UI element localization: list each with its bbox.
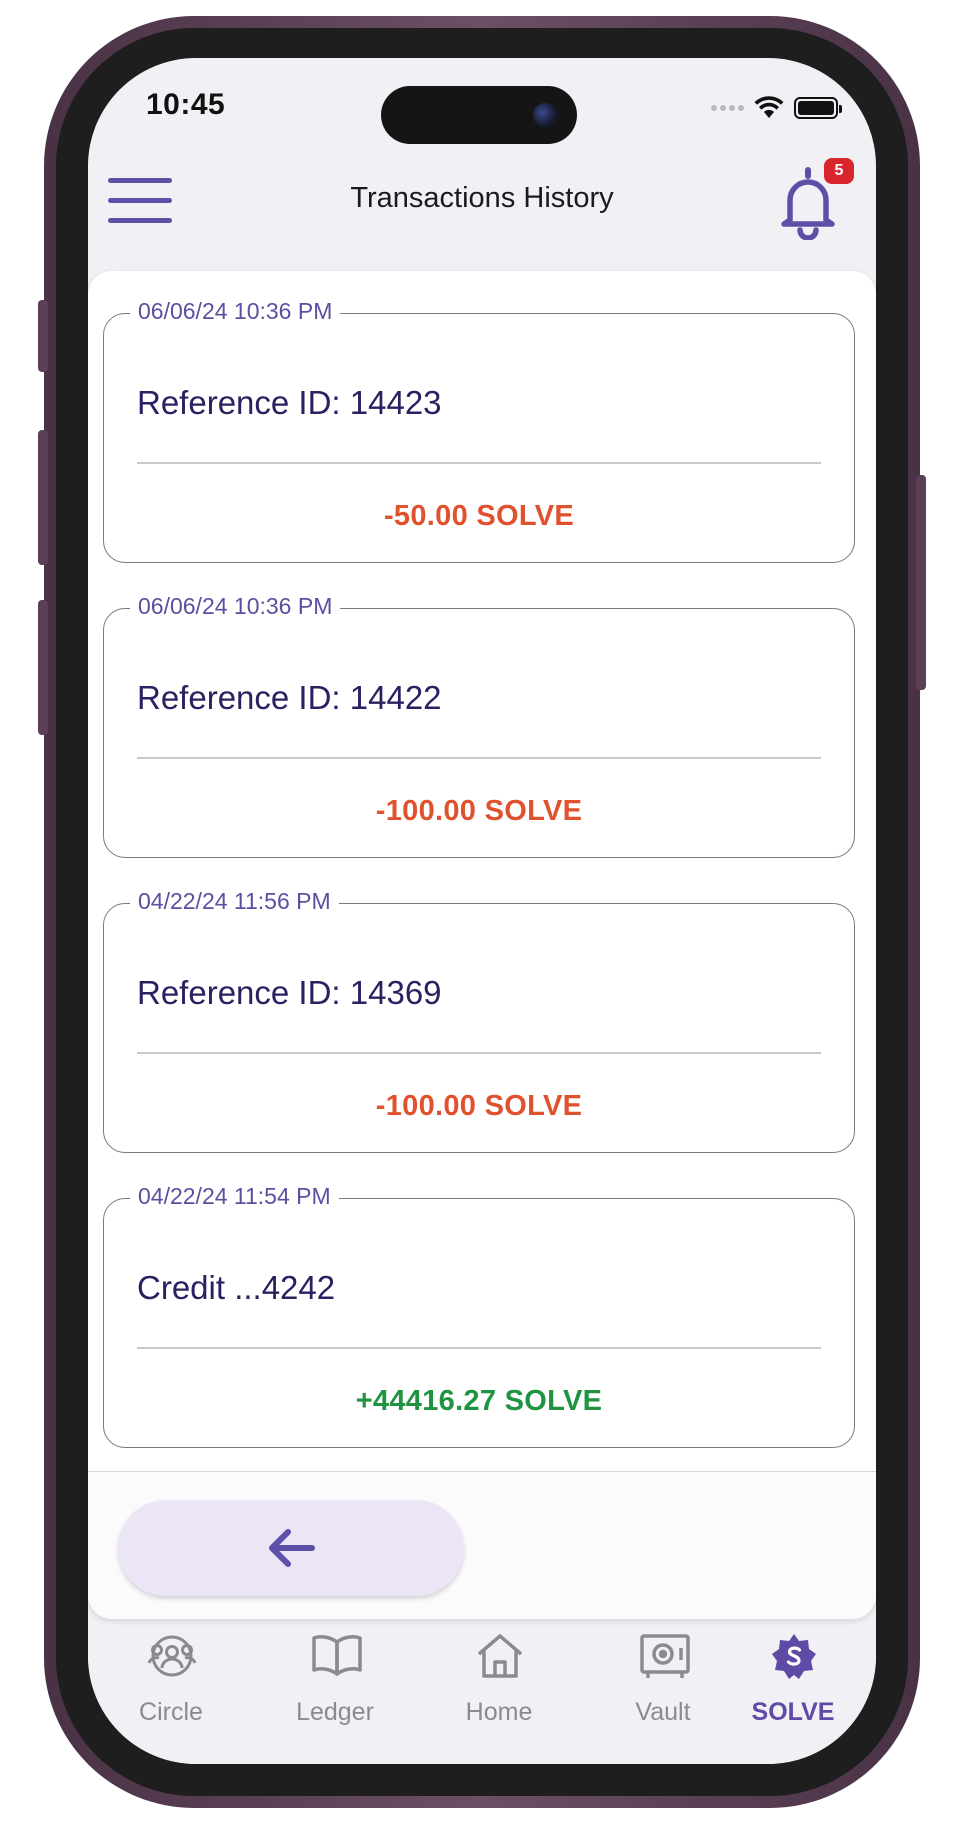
dynamic-island — [381, 86, 577, 144]
divider — [137, 757, 821, 759]
tab-ledger[interactable]: Ledger — [255, 1632, 415, 1764]
tab-label: Home — [465, 1698, 533, 1726]
transaction-date: 04/22/24 11:56 PM — [130, 888, 339, 915]
divider — [137, 1347, 821, 1349]
camera-icon — [533, 103, 557, 127]
transaction-card[interactable]: 06/06/24 10:36 PM Reference ID: 14423 -5… — [103, 298, 855, 563]
silent-switch — [38, 300, 48, 372]
battery-icon — [794, 97, 842, 119]
back-button[interactable] — [118, 1500, 464, 1596]
transaction-amount: +44416.27 SOLVE — [355, 1385, 603, 1417]
wifi-icon — [754, 96, 784, 118]
status-icons — [711, 96, 842, 120]
transaction-card[interactable]: 04/22/24 11:54 PM Credit ...4242 +44416.… — [103, 1183, 855, 1448]
bottom-action-area — [88, 1471, 876, 1619]
open-book-icon — [312, 1635, 362, 1676]
status-time: 10:45 — [146, 88, 226, 121]
page-title: Transactions History — [350, 182, 614, 214]
volume-up-button — [38, 430, 48, 565]
screen: 10:45 Transactions History 5 06/06/24 10… — [88, 58, 876, 1764]
safe-icon — [640, 1634, 690, 1678]
transaction-date: 04/22/24 11:54 PM — [130, 1183, 339, 1210]
tab-label: Circle — [139, 1698, 203, 1726]
house-icon — [477, 1634, 523, 1678]
transaction-reference: Credit ...4242 — [137, 1269, 336, 1306]
divider — [137, 1052, 821, 1054]
divider — [137, 462, 821, 464]
transaction-card[interactable]: 04/22/24 11:56 PM Reference ID: 14369 -1… — [103, 888, 855, 1153]
solve-badge-icon — [772, 1634, 816, 1679]
tab-label: SOLVE — [751, 1698, 835, 1726]
transaction-amount: -100.00 SOLVE — [375, 1090, 583, 1122]
tab-solve[interactable]: SOLVE — [713, 1632, 873, 1764]
tab-home[interactable]: Home — [419, 1632, 579, 1764]
transactions-sheet: 06/06/24 10:36 PM Reference ID: 14423 -5… — [88, 271, 876, 1619]
tab-label: Ledger — [296, 1698, 374, 1726]
cellular-signal-icon — [711, 105, 744, 111]
transaction-date: 06/06/24 10:36 PM — [130, 298, 341, 325]
tab-circle[interactable]: Circle — [91, 1632, 251, 1764]
notification-badge: 5 — [824, 158, 854, 184]
people-circle-icon — [147, 1635, 197, 1677]
transaction-reference: Reference ID: 14422 — [137, 679, 442, 716]
arrow-left-icon — [269, 1529, 315, 1567]
transaction-list: 06/06/24 10:36 PM Reference ID: 14423 -5… — [88, 271, 876, 1471]
volume-down-button — [38, 600, 48, 735]
transaction-amount: -50.00 SOLVE — [383, 500, 575, 532]
transaction-reference: Reference ID: 14423 — [137, 384, 442, 421]
transaction-amount: -100.00 SOLVE — [375, 795, 583, 827]
bottom-tab-bar: Circle Ledger Home Vault SOLVE — [88, 1632, 876, 1764]
power-button — [916, 475, 926, 690]
transaction-reference: Reference ID: 14369 — [137, 974, 442, 1011]
transaction-card[interactable]: 06/06/24 10:36 PM Reference ID: 14422 -1… — [103, 593, 855, 858]
transaction-date: 06/06/24 10:36 PM — [130, 593, 341, 620]
